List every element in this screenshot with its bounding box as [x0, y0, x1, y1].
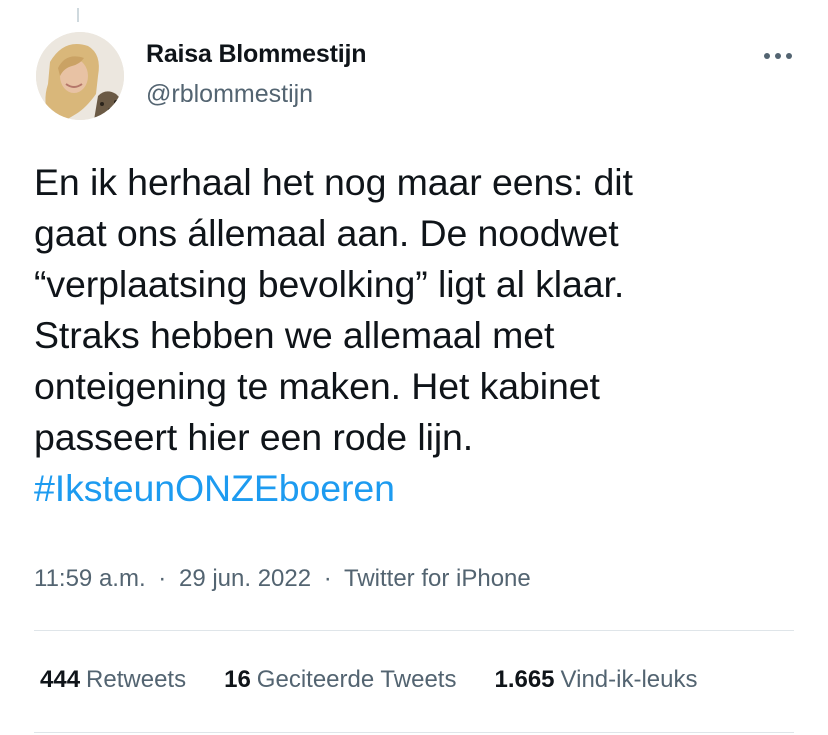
- tweet-time[interactable]: 11:59 a.m.: [34, 565, 146, 592]
- retweets-stat[interactable]: 444 Retweets: [40, 666, 186, 694]
- divider: [34, 732, 794, 733]
- tweet-text-line: gaat ons állemaal aan. De noodwet: [34, 212, 619, 254]
- divider: [34, 630, 794, 631]
- tweet-text-line: passeert hier een rode lijn.: [34, 416, 474, 458]
- thread-connector-line: [77, 8, 79, 22]
- author-handle[interactable]: @rblommestijn: [146, 80, 313, 109]
- retweets-label: Retweets: [86, 666, 187, 693]
- tweet-text-line: En ik herhaal het nog maar eens: dit: [34, 161, 633, 203]
- meta-separator: ·: [323, 565, 332, 592]
- engagement-stats: 444 Retweets 16 Geciteerde Tweets 1.665 Vin…: [40, 666, 735, 694]
- tweet-source-link[interactable]: Twitter for iPhone: [344, 565, 531, 592]
- likes-count: 1.665: [494, 666, 555, 693]
- avatar-image: [36, 32, 124, 120]
- meta-separator: ·: [158, 565, 167, 592]
- more-dots-icon: [764, 53, 792, 59]
- author-name[interactable]: Raisa Blommestijn: [146, 40, 366, 69]
- tweet-text-line: “verplaatsing bevolking” ligt al klaar.: [34, 263, 625, 305]
- hashtag-link[interactable]: #IksteunONZEboeren: [34, 463, 804, 514]
- likes-label: Vind-ik-leuks: [560, 666, 698, 693]
- tweet-metadata: 11:59 a.m. · 29 jun. 2022 · Twitter for …: [34, 565, 531, 593]
- tweet-text-line: Straks hebben we allemaal met: [34, 314, 555, 356]
- tweet-text: En ik herhaal het nog maar eens: dit gaa…: [34, 157, 804, 514]
- avatar[interactable]: [36, 32, 124, 120]
- more-options-button[interactable]: [756, 40, 800, 72]
- tweet-date[interactable]: 29 jun. 2022: [179, 565, 311, 592]
- tweet-text-line: onteigening te maken. Het kabinet: [34, 365, 600, 407]
- quote-tweets-stat[interactable]: 16 Geciteerde Tweets: [224, 666, 456, 694]
- quote-tweets-label: Geciteerde Tweets: [256, 666, 457, 693]
- retweets-count: 444: [40, 666, 81, 693]
- quote-tweets-count: 16: [224, 666, 251, 693]
- likes-stat[interactable]: 1.665 Vind-ik-leuks: [494, 666, 697, 694]
